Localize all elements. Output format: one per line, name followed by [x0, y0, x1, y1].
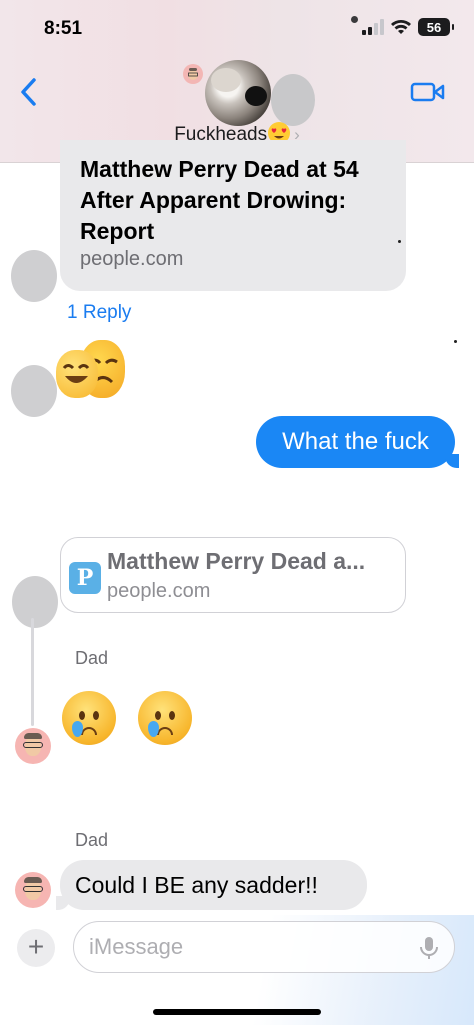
crying-face-emoji[interactable]	[62, 691, 116, 745]
group-photo[interactable]	[205, 60, 271, 126]
conversation-header: 8:51 56 Fuckheads ›	[0, 0, 474, 163]
emoji-eye	[169, 711, 175, 720]
emoji-eye	[79, 711, 85, 720]
status-icons: 56	[362, 18, 454, 36]
plus-icon[interactable]: +	[17, 929, 55, 967]
member-avatar-placeholder[interactable]	[271, 74, 315, 126]
status-time: 8:51	[44, 18, 83, 39]
battery-indicator: 56	[418, 18, 454, 36]
group-photo-fur	[211, 68, 241, 92]
back-chevron-icon[interactable]	[18, 76, 42, 108]
received-message-bubble[interactable]: Could I BE any sadder!!	[56, 860, 367, 910]
emoji-eye	[155, 711, 161, 720]
memoji-glasses	[23, 742, 43, 748]
memoji-hair	[24, 733, 42, 739]
member-avatar-small[interactable]	[183, 64, 203, 84]
memoji-hair	[24, 877, 42, 883]
memoji-icon	[188, 68, 198, 80]
happy-mask	[56, 350, 98, 398]
reply-count-link[interactable]: 1 Reply	[67, 302, 131, 324]
emoji-mouth	[157, 727, 173, 735]
imessage-placeholder: iMessage	[89, 934, 184, 959]
microphone-icon[interactable]	[418, 936, 440, 960]
dad-memoji-avatar[interactable]	[15, 728, 51, 764]
link-preview-title: Matthew Perry Dead at 54 After Apparent …	[80, 156, 359, 244]
decorative-dot	[398, 240, 401, 243]
sent-message-bubble[interactable]: What the fuck	[256, 416, 459, 468]
cellular-signal-icon	[362, 19, 384, 35]
wifi-icon	[391, 20, 411, 34]
dad-memoji-avatar[interactable]	[15, 872, 51, 908]
link-preview-domain: people.com	[80, 248, 184, 270]
emoji-mouth	[81, 727, 97, 735]
memoji-glasses	[23, 886, 43, 892]
sender-name: Dad	[75, 830, 109, 850]
sender-avatar-placeholder[interactable]	[11, 365, 57, 417]
emoji-eye	[93, 711, 99, 720]
reply-link-preview[interactable]: P Matthew Perry Dead a... people.com	[60, 537, 406, 613]
sender-avatar-placeholder[interactable]	[12, 576, 58, 628]
reply-link-title: Matthew Perry Dead a...	[107, 548, 366, 574]
decorative-dot	[454, 340, 457, 343]
home-indicator[interactable]	[153, 1009, 321, 1015]
people-site-icon: P	[69, 562, 101, 594]
imessage-input[interactable]: iMessage	[73, 921, 455, 973]
privacy-indicator	[351, 16, 358, 23]
reply-thread-line	[31, 618, 34, 726]
link-preview-message[interactable]: Matthew Perry Dead at 54 After Apparent …	[60, 140, 406, 291]
video-call-icon[interactable]	[410, 80, 446, 104]
sender-avatar-placeholder[interactable]	[11, 250, 57, 302]
group-photo-eye	[245, 86, 267, 106]
reply-link-domain: people.com	[107, 580, 211, 602]
crying-face-emoji[interactable]	[138, 691, 192, 745]
sender-name: Dad	[75, 648, 109, 668]
